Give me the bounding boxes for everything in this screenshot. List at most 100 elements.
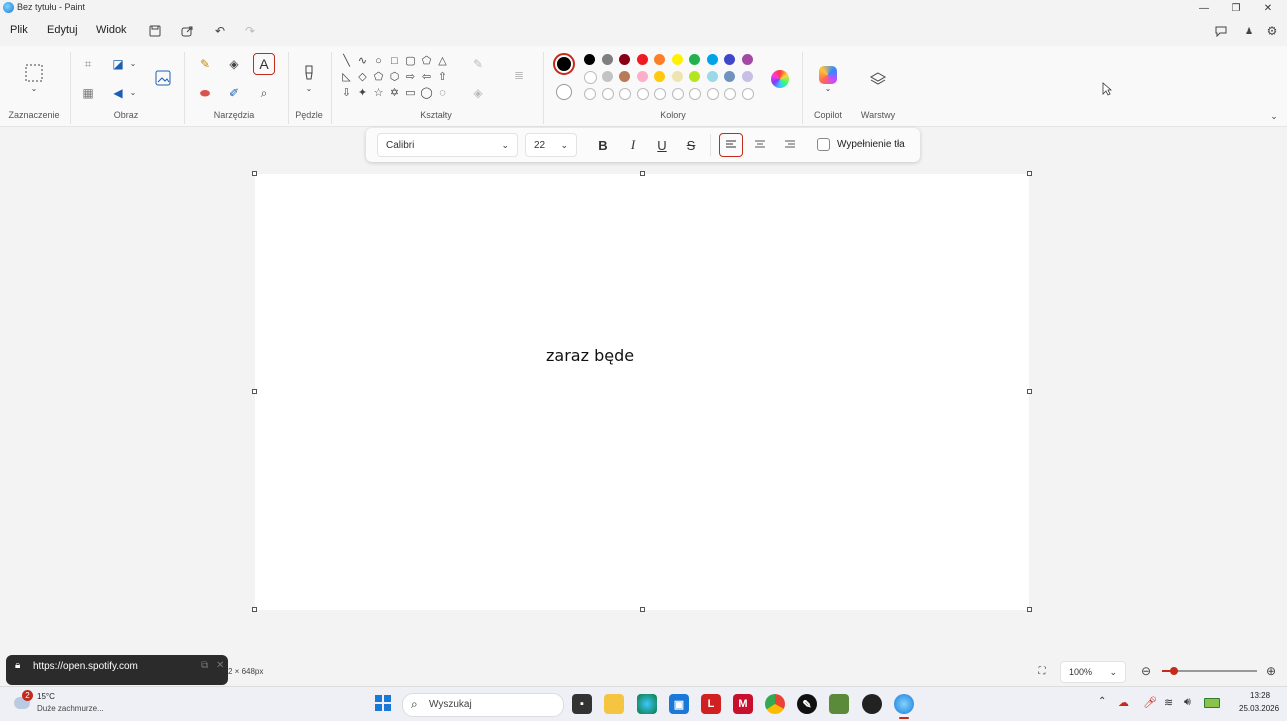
custom-color-slot[interactable] bbox=[601, 88, 614, 100]
oval-shape-icon[interactable]: ○ bbox=[372, 54, 385, 67]
text-tool-icon[interactable]: A bbox=[253, 53, 275, 75]
file-explorer-icon[interactable] bbox=[604, 694, 624, 714]
custom-color-slot[interactable] bbox=[619, 88, 631, 100]
mcafee-icon[interactable]: M bbox=[733, 694, 753, 714]
rotate-icon[interactable]: ◀ bbox=[110, 85, 126, 101]
pen-app-icon[interactable]: ✎ bbox=[797, 694, 817, 714]
callout-cloud-shape-icon[interactable]: ◌ bbox=[436, 86, 449, 99]
edge-icon[interactable] bbox=[637, 694, 657, 714]
menu-file[interactable]: Plik bbox=[10, 24, 28, 36]
brush-icon[interactable] bbox=[300, 64, 318, 82]
fit-to-window-icon[interactable]: ⛶ bbox=[1035, 664, 1049, 678]
close-button[interactable]: ✕ bbox=[1251, 0, 1285, 16]
undo-icon[interactable]: ↶ bbox=[212, 23, 228, 39]
canvas-text[interactable]: zaraz będe bbox=[546, 346, 634, 365]
color-swatch[interactable] bbox=[724, 71, 735, 82]
resize-handle-bottom[interactable] bbox=[640, 607, 645, 612]
magnifier-icon[interactable]: ⌕ bbox=[256, 85, 272, 101]
color-swatch[interactable] bbox=[654, 54, 665, 65]
color-swatch[interactable] bbox=[689, 71, 700, 82]
lenovo-app-icon[interactable]: L bbox=[701, 694, 721, 714]
shape-size-icon[interactable]: ≣ bbox=[509, 65, 529, 85]
color-swatch[interactable] bbox=[636, 54, 648, 65]
clock-date[interactable]: 25.03.2026 bbox=[1239, 704, 1279, 713]
settings-gear-icon[interactable]: ⚙ bbox=[1264, 23, 1280, 39]
color-swatch[interactable] bbox=[601, 54, 613, 65]
color-swatch[interactable] bbox=[706, 71, 718, 82]
color-swatch[interactable] bbox=[724, 54, 735, 65]
fill-background-checkbox[interactable] bbox=[817, 138, 830, 151]
curve-shape-icon[interactable]: ∿ bbox=[356, 54, 369, 67]
brush-chevron-down-icon[interactable]: ⌄ bbox=[304, 84, 314, 93]
copilot-chevron-down-icon[interactable]: ⌄ bbox=[823, 84, 833, 93]
color-picker-icon[interactable]: ✐ bbox=[226, 85, 242, 101]
pencil-icon[interactable]: ✎ bbox=[197, 56, 213, 72]
tray-cloud-icon[interactable]: ☁ bbox=[1118, 696, 1129, 709]
store-icon[interactable]: ▣ bbox=[669, 694, 689, 714]
five-point-star-shape-icon[interactable]: ☆ bbox=[372, 86, 385, 99]
resize-handle-top[interactable] bbox=[640, 171, 645, 176]
image-effects-icon[interactable]: ▦ bbox=[80, 85, 96, 101]
rotate-chevron-down-icon[interactable]: ⌄ bbox=[128, 87, 138, 97]
image-generator-icon[interactable] bbox=[154, 69, 172, 87]
selection-rectangle-icon[interactable] bbox=[24, 63, 44, 83]
volume-icon[interactable]: 🔊︎ bbox=[1184, 696, 1191, 709]
underline-button[interactable]: U bbox=[651, 134, 673, 156]
line-shape-icon[interactable]: ╲ bbox=[340, 54, 353, 67]
copilot-icon[interactable] bbox=[819, 66, 837, 84]
custom-color-slot[interactable] bbox=[654, 88, 666, 100]
font-family-dropdown[interactable]: Calibri ⌄ bbox=[377, 133, 518, 157]
shape-fill-icon[interactable]: ◈ bbox=[470, 85, 486, 101]
arrow-right-shape-icon[interactable]: ⇨ bbox=[404, 70, 417, 83]
color-swatch[interactable] bbox=[671, 54, 683, 65]
callout-oval-shape-icon[interactable]: ◯ bbox=[420, 86, 433, 99]
custom-color-slot[interactable] bbox=[689, 88, 701, 100]
color-swatch[interactable] bbox=[689, 54, 700, 65]
arrow-up-shape-icon[interactable]: ⇧ bbox=[436, 70, 449, 83]
account-icon[interactable]: ♟ bbox=[1241, 23, 1257, 39]
popout-icon[interactable]: ⧉ bbox=[201, 660, 208, 671]
resize-icon[interactable]: ◪ bbox=[110, 56, 126, 72]
media-app-icon[interactable] bbox=[862, 694, 882, 714]
close-icon[interactable]: ✕ bbox=[216, 660, 224, 671]
rectangle-shape-icon[interactable]: □ bbox=[388, 54, 401, 67]
color-swatch[interactable] bbox=[619, 54, 630, 65]
windows-start-icon[interactable] bbox=[375, 695, 391, 711]
zoom-dropdown[interactable]: 100% ⌄ bbox=[1060, 661, 1126, 683]
minimize-button[interactable]: — bbox=[1187, 0, 1221, 16]
custom-color-slot[interactable] bbox=[671, 88, 684, 100]
color-swatch[interactable] bbox=[706, 54, 718, 65]
zoom-slider-thumb[interactable] bbox=[1170, 667, 1179, 675]
clock-time[interactable]: 13:28 bbox=[1250, 691, 1270, 700]
color-swatch[interactable] bbox=[636, 71, 648, 82]
align-center-button[interactable] bbox=[749, 134, 771, 156]
menu-edit[interactable]: Edytuj bbox=[47, 24, 78, 36]
redo-icon[interactable]: ↷ bbox=[242, 23, 258, 39]
active-color-2[interactable] bbox=[556, 84, 572, 100]
rounded-rectangle-shape-icon[interactable]: ▢ bbox=[404, 54, 417, 67]
taskbar-search[interactable]: ⌕ Wyszukaj bbox=[402, 693, 564, 717]
custom-color-slot[interactable] bbox=[706, 88, 719, 100]
menu-view[interactable]: Widok bbox=[96, 24, 127, 36]
diamond-shape-icon[interactable]: ◇ bbox=[356, 70, 369, 83]
active-color-1[interactable] bbox=[553, 53, 575, 75]
eraser-icon[interactable]: ⬬ bbox=[197, 85, 213, 101]
color-swatch[interactable] bbox=[741, 54, 753, 65]
right-triangle-shape-icon[interactable]: ◺ bbox=[340, 70, 353, 83]
custom-color-slot[interactable] bbox=[741, 88, 754, 100]
font-size-dropdown[interactable]: 22 ⌄ bbox=[525, 133, 577, 157]
resize-handle-left[interactable] bbox=[252, 389, 257, 394]
resize-handle-top-right[interactable] bbox=[1027, 171, 1032, 176]
wifi-icon[interactable]: ≋ bbox=[1164, 696, 1173, 709]
color-swatch[interactable] bbox=[654, 71, 665, 82]
custom-color-slot[interactable] bbox=[724, 88, 736, 100]
resize-handle-top-left[interactable] bbox=[252, 171, 257, 176]
battery-icon[interactable] bbox=[1204, 698, 1220, 708]
color-swatch[interactable] bbox=[671, 71, 683, 82]
minecraft-icon[interactable] bbox=[829, 694, 849, 714]
align-right-button[interactable] bbox=[779, 134, 801, 156]
task-view-icon[interactable]: ▪ bbox=[572, 694, 592, 714]
color-swatch[interactable] bbox=[601, 71, 613, 82]
spotify-url-popup[interactable]: 🔒︎ https://open.spotify.com ⧉ ✕ bbox=[6, 655, 228, 685]
color-swatch[interactable] bbox=[584, 71, 597, 84]
